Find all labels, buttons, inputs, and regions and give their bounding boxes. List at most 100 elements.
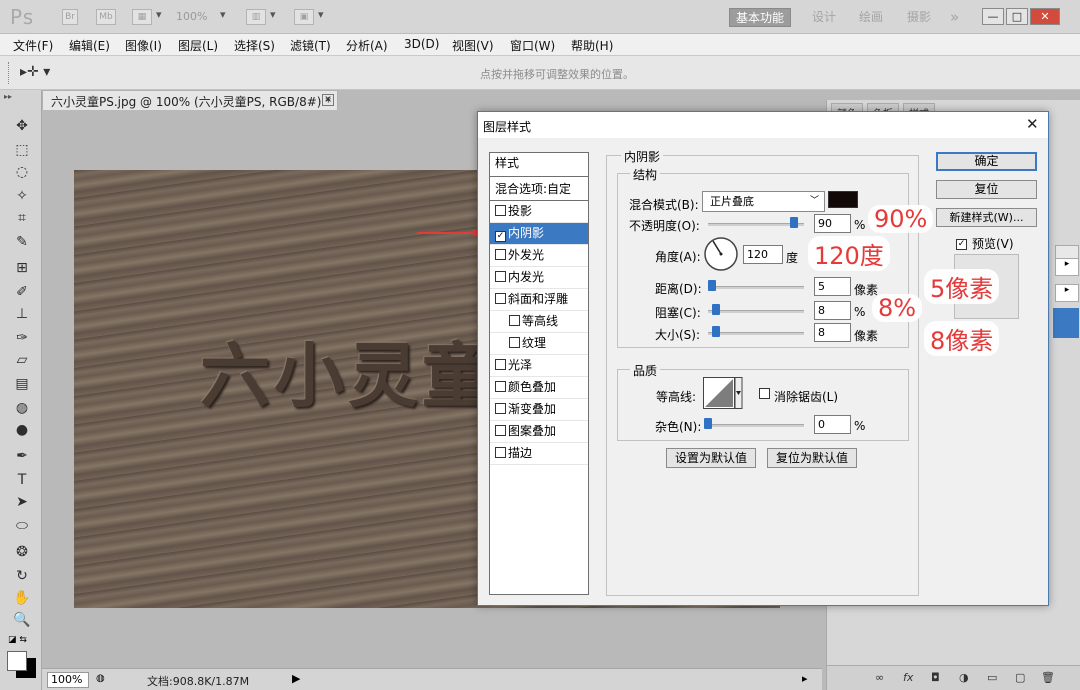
style-checkbox[interactable]: [495, 447, 506, 458]
close-button[interactable]: ✕: [1030, 8, 1060, 25]
gradient-tool-icon[interactable]: ▤: [11, 374, 33, 394]
panel-dropdown-icon[interactable]: ▸: [1055, 284, 1079, 302]
maximize-button[interactable]: □: [1006, 8, 1028, 25]
size-input[interactable]: 8: [814, 323, 851, 342]
type-tool-icon[interactable]: T: [11, 470, 33, 490]
style-item[interactable]: 斜面和浮雕: [490, 289, 588, 311]
lasso-tool-icon[interactable]: ◌: [11, 162, 33, 182]
choke-slider-thumb[interactable]: [712, 304, 720, 315]
reset-default-button[interactable]: 复位为默认值: [767, 448, 857, 468]
style-checkbox[interactable]: [509, 337, 520, 348]
style-item[interactable]: 渐变叠加: [490, 399, 588, 421]
style-item[interactable]: 投影: [490, 201, 588, 223]
noise-input[interactable]: 0: [814, 415, 851, 434]
blur-tool-icon[interactable]: ◍: [11, 398, 33, 418]
blending-options-item[interactable]: 混合选项:自定: [490, 179, 588, 201]
move-tool-icon[interactable]: ✥: [11, 116, 33, 136]
angle-input[interactable]: 120: [743, 245, 783, 264]
chevron-down-icon[interactable]: ▾: [156, 8, 162, 21]
menu-help[interactable]: 帮助(H): [571, 37, 613, 54]
opacity-slider-thumb[interactable]: [790, 217, 799, 228]
stamp-tool-icon[interactable]: ⊥: [11, 304, 33, 324]
style-item[interactable]: 纹理: [490, 333, 588, 355]
menu-analysis[interactable]: 分析(A): [346, 37, 388, 54]
chevron-down-icon[interactable]: ▾: [270, 8, 276, 21]
style-item[interactable]: ✓ 内阴影: [490, 223, 588, 245]
eyedropper-tool-icon[interactable]: ✎: [11, 232, 33, 252]
style-checkbox[interactable]: [509, 315, 520, 326]
workspace-photography[interactable]: 摄影: [901, 8, 937, 27]
document-tab[interactable]: 六小灵童PS.jpg @ 100% (六小灵童PS, RGB/8#) * ✕: [42, 90, 338, 110]
history-brush-icon[interactable]: ✑: [11, 328, 33, 348]
menu-layer[interactable]: 图层(L): [178, 37, 218, 54]
style-item[interactable]: 颜色叠加: [490, 377, 588, 399]
style-item[interactable]: 描边: [490, 443, 588, 465]
close-icon[interactable]: ✕: [1026, 115, 1039, 133]
style-checkbox[interactable]: [495, 249, 506, 260]
style-item[interactable]: 外发光: [490, 245, 588, 267]
style-checkbox[interactable]: [495, 381, 506, 392]
style-item[interactable]: 等高线: [490, 311, 588, 333]
distance-slider-thumb[interactable]: [708, 280, 716, 291]
style-checkbox[interactable]: [495, 293, 506, 304]
crop-tool-icon[interactable]: ⌗: [11, 208, 33, 228]
workspace-painting[interactable]: 绘画: [853, 8, 889, 27]
minibridge-button[interactable]: Mb: [96, 9, 116, 25]
eraser-tool-icon[interactable]: ▱: [11, 350, 33, 370]
menu-file[interactable]: 文件(F): [13, 37, 53, 54]
healing-tool-icon[interactable]: ⊞: [11, 258, 33, 278]
style-item[interactable]: 内发光: [490, 267, 588, 289]
scroll-right-icon[interactable]: ▸: [802, 672, 808, 685]
style-checkbox[interactable]: [495, 205, 506, 216]
angle-dial-icon[interactable]: [703, 236, 739, 272]
menu-filter[interactable]: 滤镜(T): [290, 37, 331, 54]
view-extras-icon[interactable]: ▦: [132, 9, 152, 25]
style-checkbox[interactable]: [495, 425, 506, 436]
status-menu-icon[interactable]: ◍: [96, 673, 105, 684]
distance-slider[interactable]: [708, 286, 804, 289]
hand-tool-icon[interactable]: ✋: [11, 588, 33, 608]
choke-slider[interactable]: [708, 310, 804, 313]
new-group-icon[interactable]: ▭: [987, 671, 997, 684]
antialias-checkbox[interactable]: [759, 387, 772, 401]
style-checkbox[interactable]: [495, 271, 506, 282]
minimize-button[interactable]: —: [982, 8, 1004, 25]
status-arrow-icon[interactable]: ▶: [292, 672, 300, 685]
opacity-input[interactable]: 90: [814, 214, 851, 233]
style-item[interactable]: 图案叠加: [490, 421, 588, 443]
trash-icon[interactable]: 🗑: [1041, 671, 1055, 684]
bridge-button[interactable]: Br: [62, 9, 78, 25]
blend-mode-select[interactable]: 正片叠底 ﹀: [702, 191, 825, 212]
menu-3d[interactable]: 3D(D): [404, 37, 439, 51]
3d-orbit-tool-icon[interactable]: ↻: [11, 566, 33, 586]
noise-slider-thumb[interactable]: [704, 418, 712, 429]
screen-mode-icon[interactable]: ▣: [294, 9, 314, 25]
shadow-color-swatch[interactable]: [828, 191, 858, 208]
move-tool-icon[interactable]: ▸✛ ▾: [20, 64, 50, 80]
style-checkbox[interactable]: ✓: [495, 231, 506, 242]
brush-tool-icon[interactable]: ✐: [11, 282, 33, 302]
menu-edit[interactable]: 编辑(E): [69, 37, 110, 54]
style-checkbox[interactable]: [495, 359, 506, 370]
adjustment-layer-icon[interactable]: ◑: [959, 671, 969, 684]
pen-tool-icon[interactable]: ✒: [11, 446, 33, 466]
menu-view[interactable]: 视图(V): [452, 37, 494, 54]
size-slider-thumb[interactable]: [712, 326, 720, 337]
3d-rotate-tool-icon[interactable]: ❂: [11, 542, 33, 562]
foreground-color-swatch[interactable]: [7, 651, 27, 671]
marquee-tool-icon[interactable]: ⬚: [11, 140, 33, 160]
workspace-essentials[interactable]: 基本功能: [729, 8, 792, 27]
zoom-tool-icon[interactable]: 🔍: [11, 610, 33, 630]
ok-button[interactable]: 确定: [936, 152, 1037, 171]
workspace-more-icon[interactable]: »: [944, 8, 965, 27]
style-item[interactable]: 光泽: [490, 355, 588, 377]
preview-checkbox[interactable]: ✓: [956, 234, 969, 250]
collapse-icon[interactable]: ▸▸: [4, 92, 12, 101]
close-icon[interactable]: ✕: [322, 94, 334, 106]
new-style-button[interactable]: 新建样式(W)...: [936, 208, 1037, 227]
path-select-tool-icon[interactable]: ➤: [11, 492, 33, 512]
link-layers-icon[interactable]: ∞: [875, 671, 884, 684]
size-slider[interactable]: [708, 332, 804, 335]
menu-window[interactable]: 窗口(W): [510, 37, 555, 54]
zoom-level[interactable]: 100%: [176, 10, 207, 23]
